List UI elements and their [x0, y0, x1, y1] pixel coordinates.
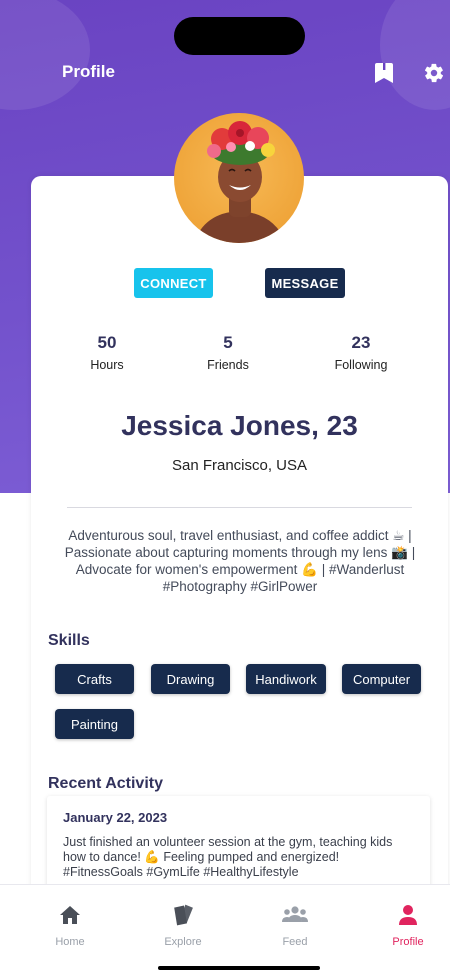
skill-chip[interactable]: Crafts	[55, 664, 134, 694]
cards-icon	[138, 903, 228, 927]
profile-screen: Profile CONNECT MESSAGE 50 Hours 5 Frien…	[0, 0, 450, 970]
stat-value: 5	[223, 333, 233, 352]
activity-date: January 22, 2023	[63, 810, 168, 825]
activity-text: Just finished an volunteer session at th…	[63, 835, 393, 879]
page-title: Profile	[62, 62, 115, 81]
skill-chip[interactable]: Painting	[55, 709, 134, 739]
decorative-circle	[0, 0, 90, 110]
decorative-circle	[380, 0, 450, 110]
tab-label: Feed	[282, 936, 308, 948]
tab-label: Explore	[164, 936, 202, 948]
tab-feed[interactable]: Feed	[250, 903, 340, 948]
stat-following[interactable]: 23 Following	[311, 333, 411, 372]
tab-label: Profile	[392, 936, 424, 948]
home-icon	[25, 903, 115, 927]
divider	[67, 507, 412, 508]
skill-chip[interactable]: Handiwork	[246, 664, 326, 694]
dynamic-island	[174, 17, 305, 55]
home-indicator	[158, 966, 320, 970]
bookmark-icon[interactable]	[372, 61, 396, 85]
stat-value: 23	[351, 333, 371, 352]
stat-label: Friends	[207, 358, 249, 372]
skill-chip[interactable]: Computer	[342, 664, 421, 694]
stat-friends[interactable]: 5 Friends	[178, 333, 278, 372]
bottom-tab-bar: Home Explore Feed Profile	[0, 884, 450, 970]
tab-home[interactable]: Home	[25, 903, 115, 948]
stat-hours: 50 Hours	[57, 333, 157, 372]
tab-profile[interactable]: Profile	[363, 903, 450, 948]
user-icon	[363, 903, 450, 927]
avatar[interactable]	[174, 113, 304, 243]
recent-activity-heading: Recent Activity	[48, 775, 163, 792]
profile-name: Jessica Jones, 23	[121, 410, 358, 441]
skills-heading: Skills	[48, 632, 90, 649]
gear-icon[interactable]	[422, 61, 446, 85]
users-icon	[250, 903, 340, 927]
tab-label: Home	[55, 936, 85, 948]
stat-label: Following	[334, 358, 388, 372]
stat-value: 50	[97, 333, 117, 352]
stat-label: Hours	[90, 358, 124, 372]
profile-bio: Adventurous soul, travel enthusiast, and…	[64, 528, 416, 594]
message-button[interactable]: MESSAGE	[265, 268, 345, 298]
profile-location: San Francisco, USA	[171, 457, 308, 474]
skill-chip[interactable]: Drawing	[151, 664, 230, 694]
tab-explore[interactable]: Explore	[138, 903, 228, 948]
connect-button[interactable]: CONNECT	[134, 268, 213, 298]
